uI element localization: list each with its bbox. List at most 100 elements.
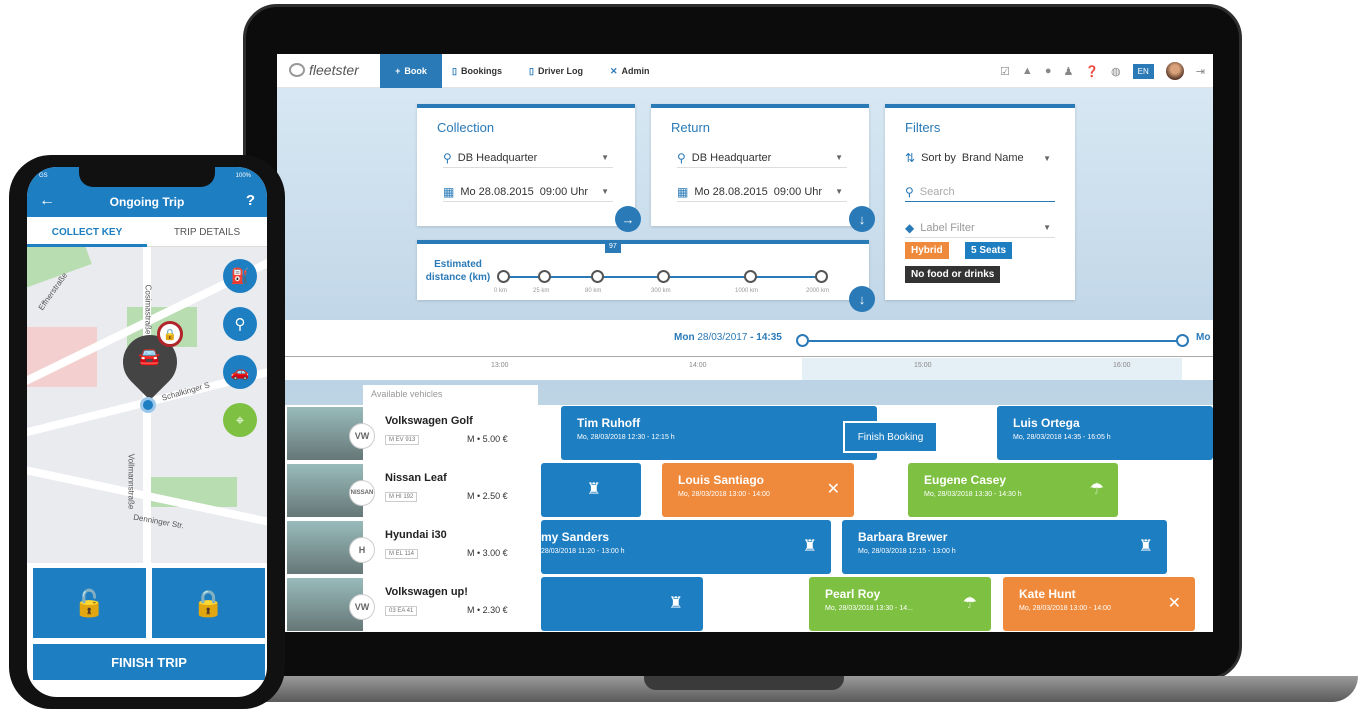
tools-icon: ✕ — [826, 481, 840, 498]
language-button[interactable]: EN — [1132, 63, 1154, 79]
vehicle-name: Nissan Leaf — [385, 472, 447, 484]
help-icon[interactable]: ❓ — [1085, 65, 1099, 78]
warning-icon[interactable]: ▲ — [1022, 65, 1033, 77]
vehicle-plate: M EV 913 — [385, 435, 420, 445]
booking-driver: Eugene Casey — [924, 473, 1007, 487]
car-report-button[interactable]: 🚗 — [223, 355, 257, 389]
distance-node[interactable] — [538, 270, 551, 283]
return-title: Return — [671, 120, 711, 135]
distance-node[interactable] — [497, 270, 510, 283]
booking-block[interactable]: my Sanders 28/03/2018 11:20 - 13:00 h ♜ — [541, 520, 831, 574]
info-icon[interactable]: ● — [1045, 65, 1052, 77]
tab-collect-key[interactable]: COLLECT KEY — [27, 227, 147, 238]
calendar-icon: ▦ — [677, 184, 689, 199]
distance-value-bubble: 97 — [605, 240, 621, 253]
distance-node[interactable] — [815, 270, 828, 283]
street-label: Denninger Str. — [132, 512, 185, 531]
return-date: Mo 28.08.2015 — [694, 185, 768, 198]
location-button[interactable]: ⚲ — [223, 307, 257, 341]
nav-driver-log[interactable]: ▯ Driver Log — [529, 54, 583, 88]
chevron-down-icon: ▼ — [601, 153, 609, 162]
phone-map[interactable]: Effnerstraße Cosimastraße Schalkinger S … — [27, 247, 267, 563]
distance-card: Estimated distance (km) 97 0 km 25 km 80… — [417, 240, 875, 312]
fleetster-logo[interactable]: fleetster — [289, 62, 359, 78]
booking-block[interactable]: ♜ — [541, 463, 641, 517]
crosshair-icon: ⌖ — [235, 411, 245, 429]
booking-block[interactable]: Tim Ruhoff Mo, 28/03/2018 12:30 - 12:15 … — [561, 406, 877, 460]
map-pin-icon: ⚲ — [234, 316, 246, 333]
chevron-down-icon: ▼ — [835, 187, 843, 196]
timeline-end-label: Mo — [1196, 332, 1211, 343]
checklist-icon[interactable]: ☑ — [1000, 65, 1010, 78]
distance-tick: 1000 km — [735, 288, 759, 294]
booking-driver: Pearl Roy — [825, 587, 881, 601]
booking-block[interactable]: Barbara Brewer Mo, 28/03/2018 12:15 - 13… — [842, 520, 1167, 574]
booking-block[interactable]: ♜ — [541, 577, 703, 631]
distance-tick: 0 km — [494, 288, 508, 294]
timeline-hour: 14:00 — [689, 362, 707, 369]
sort-select[interactable]: ⇅ Sort by Brand Name ▼ — [905, 148, 1055, 168]
booking-driver: Barbara Brewer — [858, 530, 948, 544]
center-location-button[interactable]: ⌖ — [223, 403, 257, 437]
return-datetime[interactable]: ▦ Mo 28.08.2015 09:00 Uhr ▼ — [677, 182, 847, 202]
collection-location-select[interactable]: ⚲ DB Headquarter ▼ — [443, 148, 613, 168]
nav-book[interactable]: + Book — [380, 54, 442, 88]
distance-node[interactable] — [657, 270, 670, 283]
timeline-hour: 15:00 — [914, 362, 932, 369]
globe-icon[interactable]: ◍ — [1111, 65, 1121, 78]
booking-block[interactable]: Louis Santiago Mo, 28/03/2018 13:00 - 14… — [662, 463, 854, 517]
distance-node[interactable] — [744, 270, 757, 283]
distance-tick: 25 km — [533, 288, 550, 294]
nav-book-label: Book — [404, 66, 427, 76]
timeline-end-handle[interactable] — [1176, 334, 1189, 347]
vehicle-name: Hyundai i30 — [385, 529, 447, 541]
fuel-station-button[interactable]: ⛽ — [223, 259, 257, 293]
booking-block[interactable]: Eugene Casey Mo, 28/03/2018 13:30 - 14:3… — [908, 463, 1118, 517]
tag-no-food[interactable]: No food or drinks — [905, 266, 1001, 283]
collection-card: Collection ⚲ DB Headquarter ▼ ▦ Mo 28.08.20… — [417, 104, 641, 232]
lock-icon: 🔒 — [192, 587, 225, 618]
vehicle-plate: 03 EA 41 — [385, 606, 418, 616]
return-down-button[interactable]: ↓ — [849, 206, 875, 232]
collection-location: DB Headquarter — [457, 151, 538, 164]
vehicle-price: M • 2.30 € — [467, 605, 508, 615]
label-filter-placeholder: Label Filter — [920, 221, 975, 234]
timeline-start-handle[interactable] — [796, 334, 809, 347]
vehicle-price: M • 5.00 € — [467, 434, 508, 444]
logo-icon — [289, 63, 305, 77]
vehicle-name: Volkswagen Golf — [385, 415, 473, 427]
booking-block[interactable]: Kate Hunt Mo, 28/03/2018 13:00 - 14:00 ✕ — [1003, 577, 1195, 631]
unlock-icon: 🔓 — [73, 587, 106, 618]
phone-tabs: COLLECT KEY TRIP DETAILS — [27, 217, 267, 247]
logout-icon[interactable]: ⇥ — [1196, 65, 1205, 78]
distance-node[interactable] — [591, 270, 604, 283]
booking-block[interactable]: Pearl Roy Mo, 28/03/2018 13:30 - 14... ☂ — [809, 577, 991, 631]
unlock-button[interactable]: 🔓 — [33, 568, 146, 638]
tab-trip-details[interactable]: TRIP DETAILS — [147, 227, 267, 238]
collection-next-button[interactable]: → — [615, 206, 641, 232]
label-filter-select[interactable]: ◆ Label Filter ▼ — [905, 218, 1055, 238]
arrow-down-icon: ↓ — [858, 291, 866, 307]
collection-date: Mo 28.08.2015 — [460, 185, 534, 198]
laptop-screen: fleetster + Book ▯ Bookings ▯ Driver Log ✕ A… — [277, 54, 1213, 632]
top-navbar: fleetster + Book ▯ Bookings ▯ Driver Log ✕ A… — [277, 54, 1213, 88]
booking-block[interactable]: Luis Ortega Mo, 28/03/2018 14:35 - 16:05… — [997, 406, 1213, 460]
bell-icon[interactable]: ♟ — [1063, 65, 1073, 78]
return-location-select[interactable]: ⚲ DB Headquarter ▼ — [677, 148, 847, 168]
collection-datetime[interactable]: ▦ Mo 28.08.2015 09:00 Uhr ▼ — [443, 182, 613, 202]
lock-button[interactable]: 🔒 — [152, 568, 265, 638]
avatar[interactable] — [1165, 62, 1184, 80]
booking-time: Mo, 28/03/2018 13:00 - 14:00 — [1019, 605, 1111, 612]
nav-bookings[interactable]: ▯ Bookings — [452, 54, 502, 88]
distance-down-button[interactable]: ↓ — [849, 286, 875, 312]
help-icon[interactable]: ? — [246, 192, 255, 209]
search-input[interactable]: ⚲ Search — [905, 182, 1055, 202]
tools-icon: ✕ — [1167, 595, 1181, 612]
nav-admin[interactable]: ✕ Admin — [610, 54, 650, 88]
person-icon: ♜ — [802, 538, 817, 555]
tag-hybrid[interactable]: Hybrid — [905, 242, 949, 259]
finish-booking-button[interactable]: Finish Booking — [843, 421, 938, 453]
finish-trip-button[interactable]: FINISH TRIP — [33, 644, 265, 680]
booking-driver: Tim Ruhoff — [577, 416, 641, 430]
tag-5-seats[interactable]: 5 Seats — [965, 242, 1013, 259]
